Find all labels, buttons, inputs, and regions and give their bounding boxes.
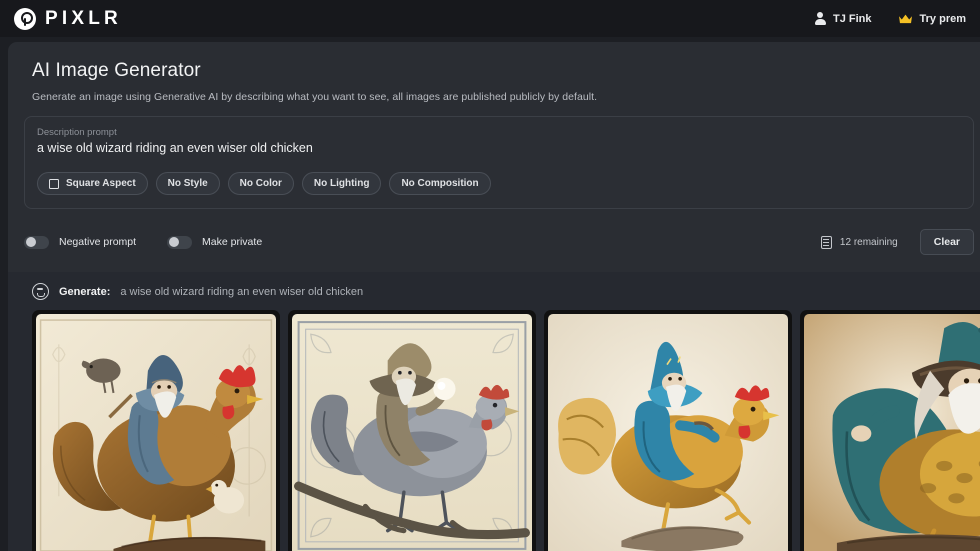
credits-icon [820, 235, 832, 249]
result-image-card[interactable] [800, 310, 980, 551]
pixlr-logo-icon [14, 7, 36, 30]
user-account-button[interactable]: TJ Fink [814, 12, 872, 25]
toggle-knob [168, 237, 179, 247]
try-premium-label: Try prem [919, 12, 966, 25]
chip-no-color[interactable]: No Color [227, 172, 294, 195]
prompt-input[interactable]: a wise old wizard riding an even wiser o… [37, 141, 961, 155]
results-header: Generate: a wise old wizard riding an ev… [8, 272, 980, 310]
prompt-label: Description prompt [37, 127, 117, 138]
results-grid [8, 310, 980, 551]
generate-icon [32, 283, 49, 300]
toggle-label: Make private [202, 236, 263, 248]
chip-square-aspect[interactable]: Square Aspect [37, 172, 148, 195]
toggle-make-private[interactable]: Make private [167, 235, 263, 249]
chip-label: No Lighting [313, 178, 370, 189]
prompt-composer[interactable]: Description prompt a wise old wizard rid… [24, 116, 974, 209]
brand-name: PIXLR [45, 7, 122, 29]
user-name: TJ Fink [833, 12, 872, 25]
generated-image [804, 314, 980, 551]
options-row: Negative prompt Make private 12 remainin… [8, 225, 980, 259]
person-icon [814, 12, 826, 25]
square-aspect-icon [49, 178, 59, 189]
chip-no-composition[interactable]: No Composition [389, 172, 491, 195]
try-premium-button[interactable]: Try prem [898, 13, 966, 25]
result-image-card[interactable] [288, 310, 536, 551]
prompt-option-chips: Square Aspect No Style No Color No Light… [37, 172, 961, 195]
options-right-controls: 12 remaining Clear [820, 229, 974, 255]
generated-image [292, 314, 532, 551]
toggle-switch[interactable] [24, 235, 49, 249]
clear-button[interactable]: Clear [919, 229, 974, 255]
result-image-card[interactable] [32, 310, 280, 551]
toggle-negative-prompt[interactable]: Negative prompt [24, 235, 137, 249]
toggle-label: Negative prompt [59, 236, 137, 248]
chip-label: No Color [239, 178, 282, 189]
generated-image [548, 314, 788, 551]
crown-icon [898, 13, 913, 25]
result-image-card[interactable] [544, 310, 792, 551]
page-subtitle: Generate an image using Generative AI by… [32, 91, 598, 103]
results-prompt: a wise old wizard riding an even wiser o… [120, 285, 364, 298]
generated-image [36, 314, 276, 551]
credits-label: 12 remaining [839, 236, 898, 248]
toggle-switch[interactable] [167, 235, 193, 249]
chip-no-style[interactable]: No Style [155, 172, 220, 195]
chip-label: No Composition [401, 178, 479, 189]
app-root: PIXLR TJ Fink Try prem AI Image Generato… [0, 0, 980, 551]
toggle-knob [25, 237, 36, 247]
chip-label: Square Aspect [66, 178, 136, 189]
credits-remaining: 12 remaining [820, 235, 898, 249]
chip-label: No Style [167, 178, 208, 189]
brand-logo[interactable]: PIXLR [14, 7, 122, 30]
top-bar-right: TJ Fink Try prem [814, 12, 966, 25]
page-title: AI Image Generator [32, 60, 201, 81]
results-label: Generate: [59, 285, 111, 298]
results-section: Generate: a wise old wizard riding an ev… [8, 272, 980, 551]
toggle-group: Negative prompt Make private [24, 235, 263, 249]
panel-header: AI Image Generator Generate an image usi… [8, 42, 980, 103]
top-bar: PIXLR TJ Fink Try prem [0, 0, 980, 37]
main-panel: AI Image Generator Generate an image usi… [8, 42, 980, 551]
chip-no-lighting[interactable]: No Lighting [301, 172, 382, 195]
